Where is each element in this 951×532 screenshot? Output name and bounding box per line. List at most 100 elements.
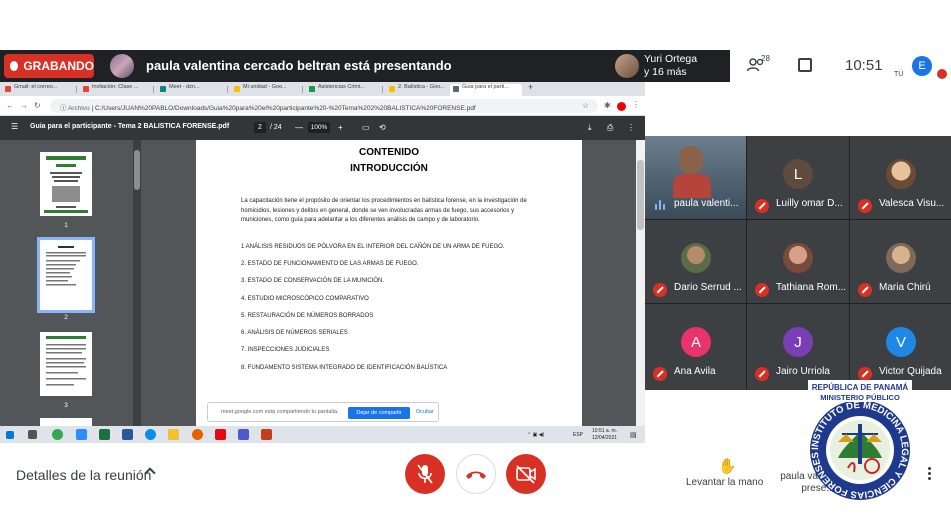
pinned-participant-info[interactable]: Yuri Ortega y 16 más [644,53,697,79]
browser-tab-active[interactable]: Guia para el parti... [450,84,522,96]
powerpoint-icon[interactable] [261,429,272,440]
firefox-icon[interactable] [192,429,203,440]
keyboard-language[interactable]: ESP [573,432,583,438]
leave-call-button[interactable] [456,454,496,494]
screen-share-notice: meet.google.com está compartiendo tu pan… [207,402,439,422]
browser-tab[interactable]: 2. Balística - Goo... [386,84,448,96]
page-thumbnail[interactable] [40,332,92,396]
word-icon[interactable] [122,429,133,440]
thumbnail-scrollbar[interactable] [133,140,141,426]
extensions-icon[interactable]: ✱ [604,101,611,110]
stop-sharing-button[interactable]: Dejar de compartir [348,407,410,419]
forward-arrow-icon[interactable]: → [20,101,28,110]
page-thumbnail[interactable] [40,418,92,426]
taskbar-time[interactable]: 10:51 a. m. [592,428,617,434]
participant-avatar [681,243,711,273]
page-thumbnail-selected[interactable] [37,237,95,313]
page-thumbnail[interactable] [40,152,92,216]
pinned-participant-avatar[interactable] [615,54,639,78]
participant-avatar [783,243,813,273]
scrollbar-thumb[interactable] [134,150,140,190]
zoom-icon[interactable] [76,429,87,440]
participant-name: Tathiana Rom... [776,282,847,293]
back-arrow-icon[interactable]: ← [6,101,14,110]
pdf-scrollbar[interactable] [636,140,645,426]
thumbnail-page-number: 1 [64,222,68,229]
participant-name: paula valenti... [674,198,739,209]
excel-icon[interactable] [99,429,110,440]
doc-list-item: 3. ESTADO DE CONSERVACIÓN DE LA MUNICIÓN… [241,278,385,284]
browser-tab[interactable]: Mi unidad - Goo... [231,84,297,96]
recording-label: GRABANDO [23,59,94,73]
participant-avatar: A [681,327,711,357]
raise-hand-icon[interactable]: ✋ [718,457,737,475]
zoom-in-icon[interactable]: + [338,123,343,132]
browser-tab[interactable]: Asistencias Crimi... [306,84,377,96]
teams-icon[interactable] [238,429,249,440]
task-view-icon[interactable] [28,430,37,439]
doc-heading: CONTENIDO [359,147,419,158]
participant-tile[interactable]: Maria Chirú [850,220,951,303]
zoom-out-icon[interactable]: — [295,123,303,132]
bookmark-star-icon[interactable]: ☆ [582,101,589,110]
mic-off-icon [858,199,872,213]
doc-list-item: 8. FUNDAMENTO SISTEMA INTEGRADO DE IDENT… [241,365,448,371]
doc-list-item: 4. ESTUDIO MICROSCÓPICO COMPARATIVO [241,296,369,302]
scrollbar-thumb[interactable] [637,160,644,230]
meeting-details-button[interactable]: Detalles de la reunión [16,467,151,483]
participant-name: Dario Serrud ... [674,282,742,293]
page-number-input[interactable]: 2 [254,122,266,133]
notification-icon[interactable]: ▤ [630,431,637,439]
self-avatar[interactable]: E [912,56,932,76]
taskbar-date[interactable]: 12/04/2021 [592,435,617,441]
more-options-icon[interactable] [928,467,932,481]
page-thumbnail-graphic [46,246,86,286]
total-pages: / 24 [270,124,282,131]
browser-tab[interactable]: Meet - dzn... [157,84,221,96]
rotate-icon[interactable]: ⟲ [379,123,386,132]
participant-tile[interactable]: J Jairo Urriola [747,304,849,390]
mic-off-icon [755,283,769,297]
hamburger-menu-icon[interactable]: ☰ [11,122,18,131]
netflix-icon[interactable] [215,429,226,440]
drive-icon [234,86,240,92]
edge-icon[interactable] [145,429,156,440]
system-tray-icons[interactable]: ⌃ ▣ ◀) [527,432,544,438]
presenter-text: paula valentina cercado beltran está pre… [146,58,452,73]
download-icon[interactable]: ⤓ [588,123,592,133]
profile-icon[interactable] [617,102,626,111]
participant-avatar [886,243,916,273]
mic-toggle-button[interactable] [405,454,445,494]
chrome-icon[interactable] [52,429,63,440]
camera-toggle-button[interactable] [506,454,546,494]
file-explorer-icon[interactable] [168,429,179,440]
windows-taskbar: ⌃ ▣ ◀) ESP 10:51 a. m. 12/04/2021 ▤ [0,426,645,443]
participant-tile[interactable]: Valesca Visu... [850,136,951,219]
browser-tab[interactable]: Gmail: el correo... [2,84,65,96]
meet-icon [160,86,166,92]
address-bar-row: ← → ↻ ⓘ Archivo | C:/Users/JUAN%20PABLO/… [0,96,645,116]
new-tab-button[interactable]: + [528,82,540,94]
pdf-page: CONTENIDO INTRODUCCIÓN La capacitación t… [196,140,582,426]
browser-tab[interactable]: Invitación: Clase ... [80,84,143,96]
participant-tile[interactable]: paula valenti... [645,136,746,219]
participant-tile[interactable]: V Victor Quijada [850,304,951,390]
hide-notice-button[interactable]: Ocultar [416,409,434,415]
zoom-input[interactable]: 100% [308,122,330,133]
pdf-more-icon[interactable]: ⋮ [627,123,635,132]
doc-subheading: INTRODUCCIÓN [350,163,428,174]
raise-hand-label[interactable]: Levantar la mano [686,477,763,488]
browser-menu-icon[interactable]: ⋮ [632,100,640,109]
fit-page-icon[interactable]: ▭ [362,123,370,132]
participant-tile[interactable]: Dario Serrud ... [645,220,746,303]
page-thumbnail-graphic [46,336,86,386]
participant-tile[interactable]: A Ana Avila [645,304,746,390]
chat-icon[interactable] [798,58,812,72]
url-field[interactable]: ⓘ Archivo | C:/Users/JUAN%20PABLO/Downlo… [50,99,598,113]
participant-tile[interactable]: L Luilly omar D... [747,136,849,219]
print-icon[interactable]: ⎙ [607,123,613,133]
seal-line1: REPÚBLICA DE PANAMÁ [812,383,909,392]
reload-icon[interactable]: ↻ [34,101,41,110]
windows-start-icon[interactable] [6,431,14,439]
participant-tile[interactable]: Tathiana Rom... [747,220,849,303]
